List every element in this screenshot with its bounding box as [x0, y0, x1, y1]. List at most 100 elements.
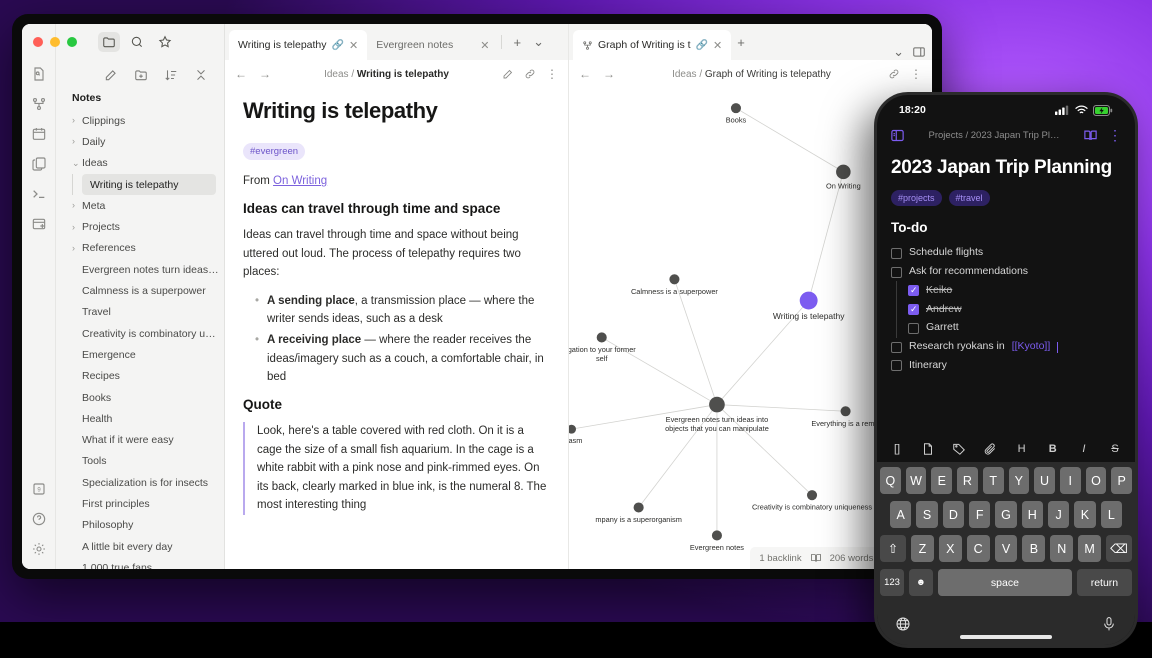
link-icon[interactable]: [524, 68, 536, 80]
graph-node[interactable]: [669, 274, 680, 285]
brackets-icon[interactable]: []: [890, 442, 904, 456]
chevron-right-icon[interactable]: ›: [72, 116, 82, 125]
key-C[interactable]: C: [966, 535, 990, 562]
key-J[interactable]: J: [1047, 501, 1070, 528]
file-item[interactable]: Travel: [56, 302, 224, 323]
folder-item[interactable]: ⌄ Ideas: [56, 153, 224, 174]
todo-item[interactable]: Ask for recommendations: [891, 264, 1121, 280]
key-Z[interactable]: Z: [911, 535, 934, 562]
graph-node[interactable]: [806, 490, 818, 501]
shift-key[interactable]: ⇧: [880, 535, 906, 562]
microphone-icon[interactable]: [1101, 616, 1117, 632]
more-options-icon[interactable]: ⋮: [1108, 128, 1122, 142]
key-N[interactable]: N: [1050, 535, 1074, 562]
collapse-all-icon[interactable]: [194, 68, 208, 82]
wikilink[interactable]: [[Kyoto]]: [1012, 339, 1051, 355]
breadcrumb-parent[interactable]: Ideas: [672, 69, 696, 80]
chevron-right-icon[interactable]: ›: [72, 137, 82, 146]
more-options-icon[interactable]: ⋮: [546, 67, 558, 81]
chevron-down-icon[interactable]: ⌄: [72, 158, 82, 168]
file-item[interactable]: Health: [56, 408, 224, 429]
graph-node[interactable]: [709, 396, 725, 413]
key-Y[interactable]: Y: [1008, 467, 1030, 494]
file-item[interactable]: 1,000 true fans: [56, 557, 224, 569]
file-item[interactable]: Books: [56, 387, 224, 408]
key-L[interactable]: L: [1100, 501, 1122, 528]
tag-travel[interactable]: #travel: [948, 190, 990, 207]
new-pane-icon[interactable]: [31, 216, 47, 232]
graph-node[interactable]: [730, 103, 741, 114]
tag-projects[interactable]: #projects: [891, 190, 942, 207]
file-item[interactable]: Philosophy: [56, 515, 224, 536]
todo-item[interactable]: Keiko: [891, 280, 1121, 301]
emoji-key[interactable]: ☻: [909, 569, 933, 596]
graph-node[interactable]: [711, 530, 722, 541]
key-I[interactable]: I: [1059, 467, 1081, 494]
new-note-icon[interactable]: [921, 442, 935, 456]
graph-node[interactable]: [633, 502, 644, 513]
key-V[interactable]: V: [994, 535, 1018, 562]
phone-breadcrumb[interactable]: Projects / 2023 Japan Trip Pl…: [915, 130, 1073, 141]
bold-icon[interactable]: B: [1046, 442, 1060, 456]
key-T[interactable]: T: [982, 467, 1004, 494]
file-item[interactable]: Creativity is combinatory u…: [56, 323, 224, 344]
checkbox[interactable]: [891, 341, 902, 353]
key-X[interactable]: X: [938, 535, 962, 562]
globe-icon[interactable]: [895, 616, 911, 632]
file-item[interactable]: Tools: [56, 451, 224, 472]
help-icon[interactable]: [31, 511, 47, 527]
close-window-button[interactable]: [33, 37, 43, 47]
key-U[interactable]: U: [1034, 467, 1055, 494]
tag-icon[interactable]: [952, 442, 966, 456]
checkbox[interactable]: [908, 322, 919, 334]
quick-switcher-icon[interactable]: [31, 66, 47, 82]
space-key[interactable]: space: [938, 569, 1072, 596]
sidebar-toggle-icon[interactable]: [890, 128, 905, 143]
folder-item[interactable]: › Clippings: [56, 110, 224, 131]
file-item[interactable]: What if it were easy: [56, 429, 224, 450]
key-G[interactable]: G: [995, 501, 1017, 528]
checkbox[interactable]: [891, 266, 902, 278]
graph-view-icon[interactable]: [31, 96, 47, 112]
file-item[interactable]: Calmness is a superpower: [56, 280, 224, 301]
file-item[interactable]: Emergence: [56, 344, 224, 365]
file-item[interactable]: Evergreen notes turn ideas…: [56, 259, 224, 280]
chevron-right-icon[interactable]: ›: [72, 222, 82, 232]
key-H[interactable]: H: [1021, 501, 1043, 528]
key-E[interactable]: E: [931, 467, 953, 494]
checkbox[interactable]: [908, 284, 919, 298]
new-folder-icon[interactable]: [134, 68, 148, 82]
file-item[interactable]: Writing is telepathy: [72, 173, 216, 196]
graph-node[interactable]: [596, 332, 607, 343]
tag-evergreen[interactable]: #evergreen: [243, 143, 306, 161]
folder-item[interactable]: › Projects: [56, 216, 224, 237]
maximize-window-button[interactable]: [67, 37, 77, 47]
key-D[interactable]: D: [942, 501, 964, 528]
terminal-icon[interactable]: [31, 186, 47, 202]
key-P[interactable]: P: [1111, 467, 1133, 494]
link-icon[interactable]: [888, 68, 900, 80]
canvas-icon[interactable]: [31, 156, 47, 172]
key-Q[interactable]: Q: [879, 467, 901, 494]
graph-node[interactable]: [836, 164, 851, 180]
daily-note-icon[interactable]: [31, 126, 47, 142]
key-R[interactable]: R: [957, 467, 978, 494]
graph-node[interactable]: [799, 291, 818, 310]
graph-node[interactable]: [569, 424, 576, 434]
key-B[interactable]: B: [1022, 535, 1046, 562]
search-icon[interactable]: [126, 32, 148, 52]
book-icon[interactable]: [1083, 128, 1098, 143]
chevron-right-icon[interactable]: ›: [72, 201, 82, 210]
folder-icon[interactable]: [98, 32, 120, 52]
source-link[interactable]: On Writing: [273, 175, 327, 187]
forward-button[interactable]: →: [259, 67, 271, 81]
breadcrumb-parent[interactable]: Ideas: [324, 69, 348, 80]
file-item[interactable]: Specialization is for insects: [56, 472, 224, 493]
vault-icon[interactable]: 9: [31, 481, 47, 497]
key-O[interactable]: O: [1085, 467, 1107, 494]
backspace-key[interactable]: ⌫: [1106, 535, 1133, 562]
key-M[interactable]: M: [1078, 535, 1102, 562]
settings-icon[interactable]: [31, 541, 47, 557]
folder-item[interactable]: › References: [56, 238, 224, 259]
file-item[interactable]: A little bit every day: [56, 536, 224, 557]
